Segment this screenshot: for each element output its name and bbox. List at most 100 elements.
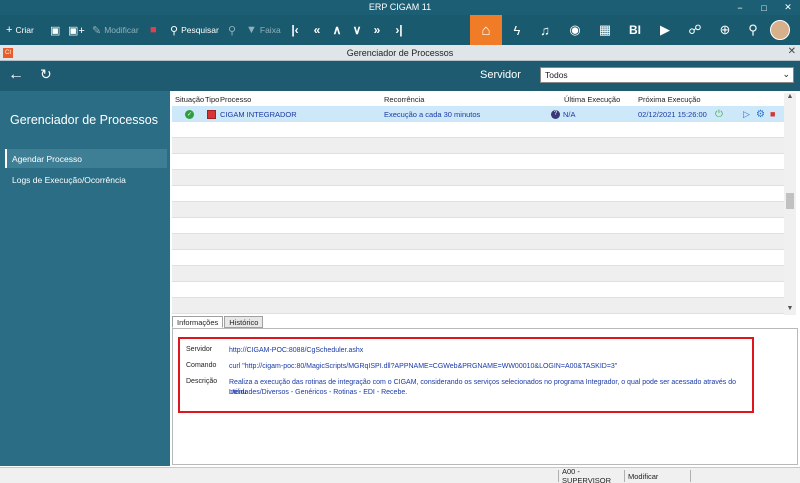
gear-icon[interactable]: ⚙ [756,106,765,122]
help-icon: ? [551,109,560,119]
scroll-thumb[interactable] [786,193,794,209]
last-record-icon[interactable]: ›| [390,15,408,45]
recurrence: Execução a cada 30 minutos [384,109,481,119]
table-row[interactable] [172,170,784,186]
power-icon[interactable]: ⏻ [715,106,723,122]
comando-field-value: curl "http://cigam-poc:80/MagicScripts/M… [229,363,618,370]
save-new-button[interactable]: ▣+ [68,15,88,45]
status-empty [690,470,800,482]
subwindow-title-bar: CI Gerenciador de Processos ✕ [0,45,800,61]
chevron-down-icon: ⌄ [782,69,790,79]
bell-icon[interactable]: ♫ [530,15,560,45]
table-row[interactable] [172,234,784,250]
fast-forward-icon[interactable]: » [368,15,386,45]
home-button[interactable]: ⌂ [470,15,502,45]
grid-scrollbar[interactable]: ▲ ▼ [784,93,796,315]
comando-field-label: Comando [186,362,217,369]
scroll-up-icon[interactable]: ▲ [784,93,796,103]
window-title: ERP CIGAM 11 [368,2,432,12]
plus-icon: + [6,24,13,36]
minimize-button[interactable]: − [728,0,752,15]
delete-button[interactable]: ■ [150,15,160,45]
table-row[interactable] [172,186,784,202]
criar-button[interactable]: + Criar [6,15,34,45]
criar-label: Criar [15,25,34,35]
table-row[interactable] [172,250,784,266]
trash-icon: ■ [150,24,157,36]
filter-icon: ▼ [246,24,257,36]
sidebar-item-logs[interactable]: Logs de Execução/Ocorrência [5,170,167,189]
modificar-label: Modificar [104,25,139,35]
tab-informacoes[interactable]: Informações [172,316,224,328]
detail-tabs: Informações Histórico [172,316,264,328]
home-icon: ⌂ [481,21,491,39]
status-user: A00 - SUPERVISOR [558,467,624,483]
close-window-button[interactable]: ✕ [776,0,800,15]
table-row[interactable] [172,154,784,170]
table-row[interactable] [172,282,784,298]
play-icon[interactable]: ▷ [743,106,750,122]
status-ok-icon: ✓ [185,109,194,119]
lightning-icon[interactable]: ϟ [502,15,532,45]
window-controls: − □ ✕ [728,0,800,15]
maximize-button[interactable]: □ [752,0,776,15]
table-row[interactable] [172,218,784,234]
table-row[interactable] [172,202,784,218]
process-name: CIGAM INTEGRADOR [220,109,297,119]
toolbar-search-icon[interactable]: ⚲ [738,15,768,45]
sidebar-topbar: ← ↻ [0,61,170,91]
filter-bar: Servidor Todos ⌄ [170,61,800,91]
status-bar: A00 - SUPERVISOR Modificar [0,467,800,483]
title-bar: ERP CIGAM 11 − □ ✕ [0,0,800,15]
globe-icon[interactable]: ⊕ [710,15,740,45]
sidebar-item-agendar[interactable]: Agendar Processo [5,149,167,168]
pesquisar-label: Pesquisar [181,25,219,35]
previous-icon[interactable]: ∧ [328,15,346,45]
sidebar-heading: Gerenciador de Processos [10,113,158,127]
descricao-field-line-2: Utilidades/Diversos - Genéricos - Rotina… [229,389,408,396]
last-run: ? N/A [551,106,576,122]
save-button[interactable]: ▣ [50,15,63,45]
sidebar: ← ↻ Gerenciador de Processos Agendar Pro… [0,61,170,466]
save-plus-icon: ▣+ [68,24,85,37]
status-mode: Modificar [624,470,690,482]
descricao-field-label: Descrição [186,378,218,385]
servidor-select[interactable]: Todos ⌄ [540,67,794,83]
next-icon[interactable]: ∨ [348,15,366,45]
servidor-select-value: Todos [545,70,568,80]
close-icon[interactable]: ✕ [788,46,796,57]
table-row[interactable]: ✓ CIGAM INTEGRADOR Execução a cada 30 mi… [172,106,784,122]
last-run-value: N/A [563,109,576,119]
avatar[interactable] [770,20,790,40]
table-row[interactable] [172,138,784,154]
table-row[interactable] [172,298,784,314]
first-record-icon[interactable]: |‹ [286,15,304,45]
servidor-field-label: Servidor [186,346,213,353]
servidor-field-value: http://CIGAM-POC:8088/CgScheduler.ashx [229,347,364,354]
user-chart-icon[interactable]: ☍ [680,15,710,45]
pin-button[interactable]: ⚲ [228,15,239,45]
trash-row-icon[interactable]: ■ [770,106,775,122]
pencil-icon: ✎ [92,24,102,37]
grid-icon[interactable]: ▦ [590,15,620,45]
modificar-button[interactable]: ✎ Modificar [92,15,139,45]
fast-back-icon[interactable]: « [308,15,326,45]
faixa-button[interactable]: ▼ Faixa [246,15,281,45]
search-icon: ⚲ [170,24,179,37]
table-row[interactable] [172,122,784,138]
scroll-down-icon[interactable]: ▼ [784,305,796,315]
subwindow-title: Gerenciador de Processos [346,48,454,58]
bi-button[interactable]: BI [620,15,650,45]
process-type-icon [207,106,216,122]
table-row[interactable] [172,266,784,282]
tab-historico[interactable]: Histórico [224,316,264,328]
faixa-label: Faixa [259,25,281,35]
next-run: 02/12/2021 15:26:00 [638,109,707,119]
save-icon: ▣ [50,24,61,37]
servidor-label: Servidor [480,69,521,81]
refresh-icon[interactable]: ↻ [40,66,52,83]
pesquisar-button[interactable]: ⚲ Pesquisar [170,15,219,45]
back-arrow-icon[interactable]: ← [8,66,24,84]
play-circle-icon[interactable]: ▶ [650,15,680,45]
dashboard-icon[interactable]: ◉ [560,15,590,45]
